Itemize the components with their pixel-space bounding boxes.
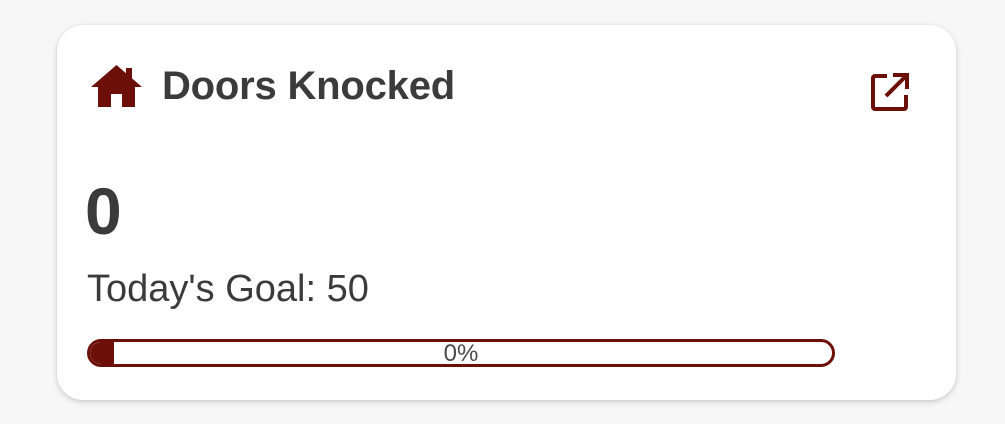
doors-knocked-card: Doors Knocked 0 Today's Goal: 50 0% — [57, 25, 956, 400]
doors-count: 0 — [85, 174, 122, 248]
home-icon — [89, 63, 144, 109]
daily-goal-label: Today's Goal: 50 — [87, 268, 369, 310]
card-title: Doors Knocked — [162, 64, 456, 108]
open-in-new-icon — [871, 72, 909, 116]
goal-progress-bar: 0% — [87, 339, 835, 367]
progress-percent-label: 0% — [443, 340, 479, 367]
card-header: Doors Knocked — [89, 63, 455, 109]
open-in-new-button[interactable] — [870, 72, 910, 116]
